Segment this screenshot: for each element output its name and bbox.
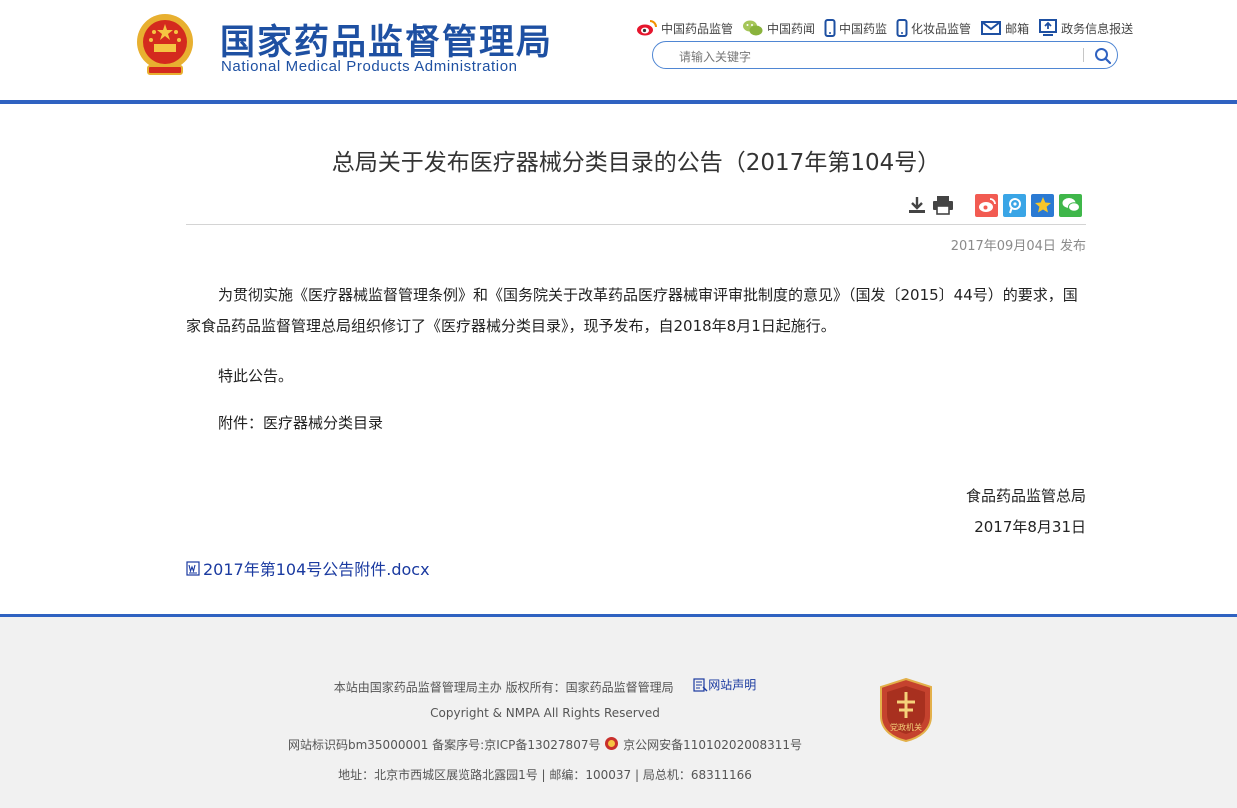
article-divider [186, 224, 1086, 225]
icp-link[interactable]: 网站标识码bm35000001 备案序号:京ICP备13027807号 [288, 736, 600, 753]
top-links: 中国药品监管 中国药闻 中国药监 化妆品监管 邮箱 政务信息报送 [636, 16, 1142, 40]
top-link-info-report[interactable]: 政务信息报送 [1038, 19, 1133, 37]
top-link-info-report-label: 政务信息报送 [1061, 21, 1134, 36]
word-document-icon [186, 560, 200, 576]
attachment-link[interactable]: 2017年第104号公告附件.docx [186, 556, 430, 580]
top-link-mobile[interactable]: 中国药监 [824, 19, 887, 37]
party-government-badge-icon[interactable]: 党政机关 [879, 678, 933, 742]
document-icon [693, 677, 708, 692]
wechat-icon [743, 20, 763, 36]
search-icon[interactable] [1093, 46, 1113, 66]
site-logo-english[interactable]: National Medical Products Administration [221, 58, 518, 75]
top-link-mail[interactable]: 邮箱 [980, 20, 1029, 37]
qzone-star-icon [1034, 197, 1051, 213]
top-link-weibo[interactable]: 中国药品监管 [636, 19, 733, 37]
article-title: 总局关于发布医疗器械分类目录的公告（2017年第104号） [331, 150, 941, 176]
top-link-cosmetics-label: 化妆品监管 [911, 21, 972, 36]
weibo-icon [978, 198, 996, 212]
badge-text: 党政机关 [890, 722, 922, 732]
footer-sponsor: 本站由国家药品监督管理局主办 版权所有：国家药品监督管理局 [333, 680, 674, 695]
site-header: 国家药品监督管理局 National Medical Products Admi… [0, 0, 1237, 100]
top-link-wechat-label: 中国药闻 [767, 21, 816, 36]
signature-date: 2017年8月31日 [974, 518, 1086, 536]
tencent-weibo-icon [1008, 198, 1021, 214]
wechat-icon [1062, 198, 1080, 212]
mobile-phone-icon [824, 19, 836, 37]
weibo-icon [637, 20, 657, 36]
site-footer: 本站由国家药品监督管理局主办 版权所有：国家药品监督管理局 网站声明 Copyr… [0, 617, 1237, 808]
top-link-wechat[interactable]: 中国药闻 [742, 19, 815, 37]
national-emblem-icon[interactable] [134, 12, 196, 78]
article-paragraph: 为贯彻实施《医疗器械监督管理条例》和《国务院关于改革药品医疗器械审评审批制度的意… [186, 286, 1078, 335]
share-weibo-button[interactable] [975, 193, 998, 217]
monitor-upload-icon [1039, 19, 1058, 36]
print-button[interactable] [932, 194, 954, 216]
attachment-filename: 2017年第104号公告附件.docx [203, 560, 430, 579]
top-link-mobile-label: 中国药监 [839, 21, 888, 36]
site-statement-label: 网站声明 [708, 678, 757, 692]
top-link-weibo-label: 中国药品监管 [661, 21, 734, 36]
article-paragraph: 附件：医疗器械分类目录 [218, 414, 384, 432]
share-tencent-weibo-button[interactable] [1003, 193, 1026, 217]
share-wechat-button[interactable] [1059, 193, 1082, 217]
mail-icon [981, 21, 1002, 35]
search-box [652, 41, 1118, 69]
top-link-cosmetics[interactable]: 化妆品监管 [896, 19, 971, 37]
police-badge-icon [605, 737, 619, 750]
footer-address: 地址：北京市西城区展览路北露园1号 | 邮编：100037 | 局总机：6831… [338, 768, 752, 782]
search-separator [1083, 48, 1084, 62]
download-button[interactable] [906, 194, 928, 216]
signature-organization: 食品药品监管总局 [965, 487, 1086, 505]
top-link-mail-label: 邮箱 [1005, 21, 1030, 36]
download-icon [909, 197, 925, 213]
header-divider-bar [0, 100, 1237, 104]
police-record-link[interactable]: 京公网安备11010202008311号 [623, 736, 802, 753]
article-paragraph: 特此公告。 [218, 367, 294, 385]
site-statement-link[interactable]: 网站声明 [693, 676, 756, 693]
share-qzone-button[interactable] [1031, 193, 1054, 217]
mobile-phone-icon [896, 19, 908, 37]
printer-icon [933, 196, 953, 215]
article-tools [906, 193, 1082, 217]
search-input[interactable] [677, 47, 1081, 67]
publish-date: 2017年09月04日 发布 [950, 239, 1086, 254]
